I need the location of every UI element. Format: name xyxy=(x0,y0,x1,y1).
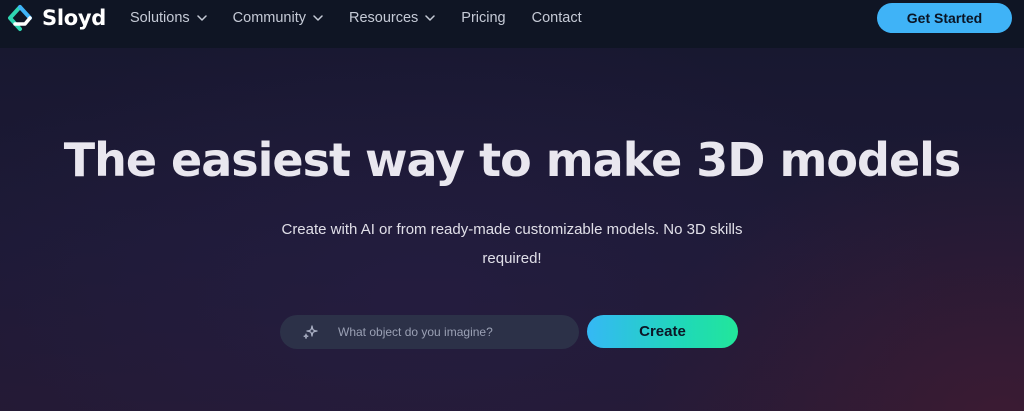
nav-item-label: Solutions xyxy=(130,10,190,26)
nav-item-solutions[interactable]: Solutions xyxy=(130,10,207,26)
hero-subtitle: Create with AI or from ready-made custom… xyxy=(281,221,743,267)
nav-item-resources[interactable]: Resources xyxy=(348,10,436,26)
main-nav: Solutions Community Resources Pricing Co… xyxy=(130,0,608,36)
nav-item-label: Community xyxy=(232,10,306,26)
prompt-input[interactable] xyxy=(338,325,558,339)
chevron-down-icon xyxy=(425,15,436,21)
nav-item-label: Contact xyxy=(531,10,582,26)
page: Sloyd Solutions Community Resources Pric… xyxy=(0,0,1024,411)
chevron-down-icon xyxy=(313,15,323,21)
sloyd-logo-icon xyxy=(8,5,32,31)
sparkle-icon xyxy=(303,325,318,339)
brand-logo[interactable]: Sloyd xyxy=(6,4,106,32)
nav-item-label: Pricing xyxy=(461,10,506,26)
nav-item-label: Resources xyxy=(348,10,419,26)
nav-item-pricing[interactable]: Pricing xyxy=(461,10,505,26)
nav-item-community[interactable]: Community xyxy=(233,10,323,26)
nav-item-contact[interactable]: Contact xyxy=(532,10,582,26)
chevron-down-icon xyxy=(196,15,207,21)
brand-name: Sloyd xyxy=(42,6,106,30)
create-button[interactable]: Create xyxy=(587,315,738,348)
prompt-search-bar[interactable] xyxy=(280,315,579,349)
get-started-button[interactable]: Get Started xyxy=(877,3,1012,33)
top-navbar: Sloyd Solutions Community Resources Pric… xyxy=(0,0,1024,48)
hero-headline: The easiest way to make 3D models xyxy=(63,133,962,187)
